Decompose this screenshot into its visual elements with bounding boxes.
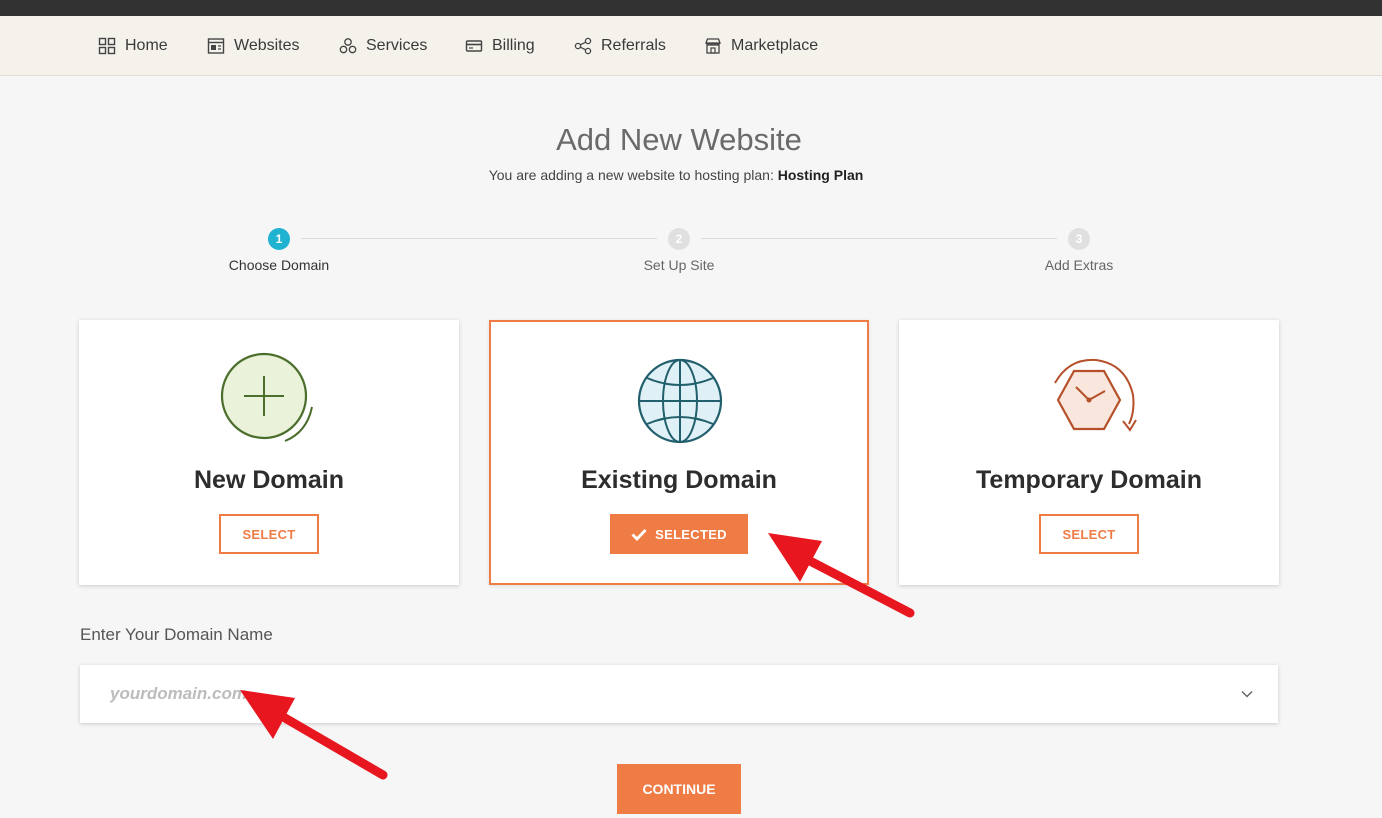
option-card-existing-domain[interactable]: Existing Domain SELECTED — [489, 320, 869, 585]
domain-input-box[interactable] — [80, 665, 1278, 723]
step-number-2: 2 — [668, 228, 690, 250]
nav-item-referrals[interactable]: Referrals — [574, 16, 666, 75]
step-label-add-extras: Add Extras — [1044, 257, 1114, 273]
card-title: Existing Domain — [581, 466, 777, 494]
nav-item-home[interactable]: Home — [98, 16, 168, 75]
button-label: SELECTED — [655, 526, 727, 542]
nav-item-services[interactable]: Services — [339, 16, 427, 75]
top-bar — [0, 0, 1382, 16]
credit-card-icon — [465, 39, 483, 52]
plan-name: Hosting Plan — [777, 167, 864, 183]
step-connector — [701, 238, 1057, 239]
nav-item-marketplace[interactable]: Marketplace — [704, 16, 818, 75]
website-icon — [207, 37, 225, 54]
grid-icon — [98, 37, 116, 54]
select-temporary-domain-button[interactable]: SELECT — [1039, 514, 1139, 554]
share-icon — [574, 37, 592, 54]
nav-item-billing[interactable]: Billing — [465, 16, 535, 75]
step-label-set-up-site: Set Up Site — [643, 257, 715, 273]
step-connector — [301, 238, 657, 239]
card-title: New Domain — [193, 466, 345, 494]
services-icon — [339, 37, 357, 53]
step-number-3: 3 — [1068, 228, 1090, 250]
step-number-1: 1 — [268, 228, 290, 250]
option-card-new-domain[interactable]: New Domain SELECT — [79, 320, 459, 585]
chevron-down-icon[interactable] — [1240, 687, 1254, 701]
checkmark-icon — [631, 528, 647, 541]
globe-icon — [637, 358, 723, 444]
nav-label: Referrals — [601, 36, 666, 54]
page-title: Add New Website — [556, 122, 802, 157]
selected-existing-domain-button[interactable]: SELECTED — [610, 514, 748, 554]
plus-circle-icon — [220, 352, 313, 442]
option-card-temporary-domain[interactable]: Temporary Domain SELECT — [899, 320, 1279, 585]
card-title: Temporary Domain — [976, 466, 1202, 494]
continue-button[interactable]: CONTINUE — [617, 764, 741, 814]
page-subtitle: You are adding a new website to hosting … — [0, 167, 1352, 183]
domain-input[interactable] — [80, 665, 1200, 723]
nav-label: Websites — [234, 36, 300, 54]
nav-label: Home — [125, 36, 168, 54]
nav-label: Marketplace — [731, 36, 819, 54]
store-icon — [705, 37, 721, 54]
step-label-choose-domain: Choose Domain — [228, 257, 330, 273]
nav-item-websites[interactable]: Websites — [207, 16, 300, 75]
select-new-domain-button[interactable]: SELECT — [219, 514, 319, 554]
subtitle-text: You are adding a new website to hosting … — [488, 167, 774, 183]
nav-label: Services — [366, 36, 428, 54]
clock-icon — [1054, 358, 1137, 432]
nav-label: Billing — [492, 36, 535, 54]
main-nav: Home Websites Services Billing Referrals… — [0, 16, 1382, 76]
domain-field-label: Enter Your Domain Name — [80, 625, 273, 644]
